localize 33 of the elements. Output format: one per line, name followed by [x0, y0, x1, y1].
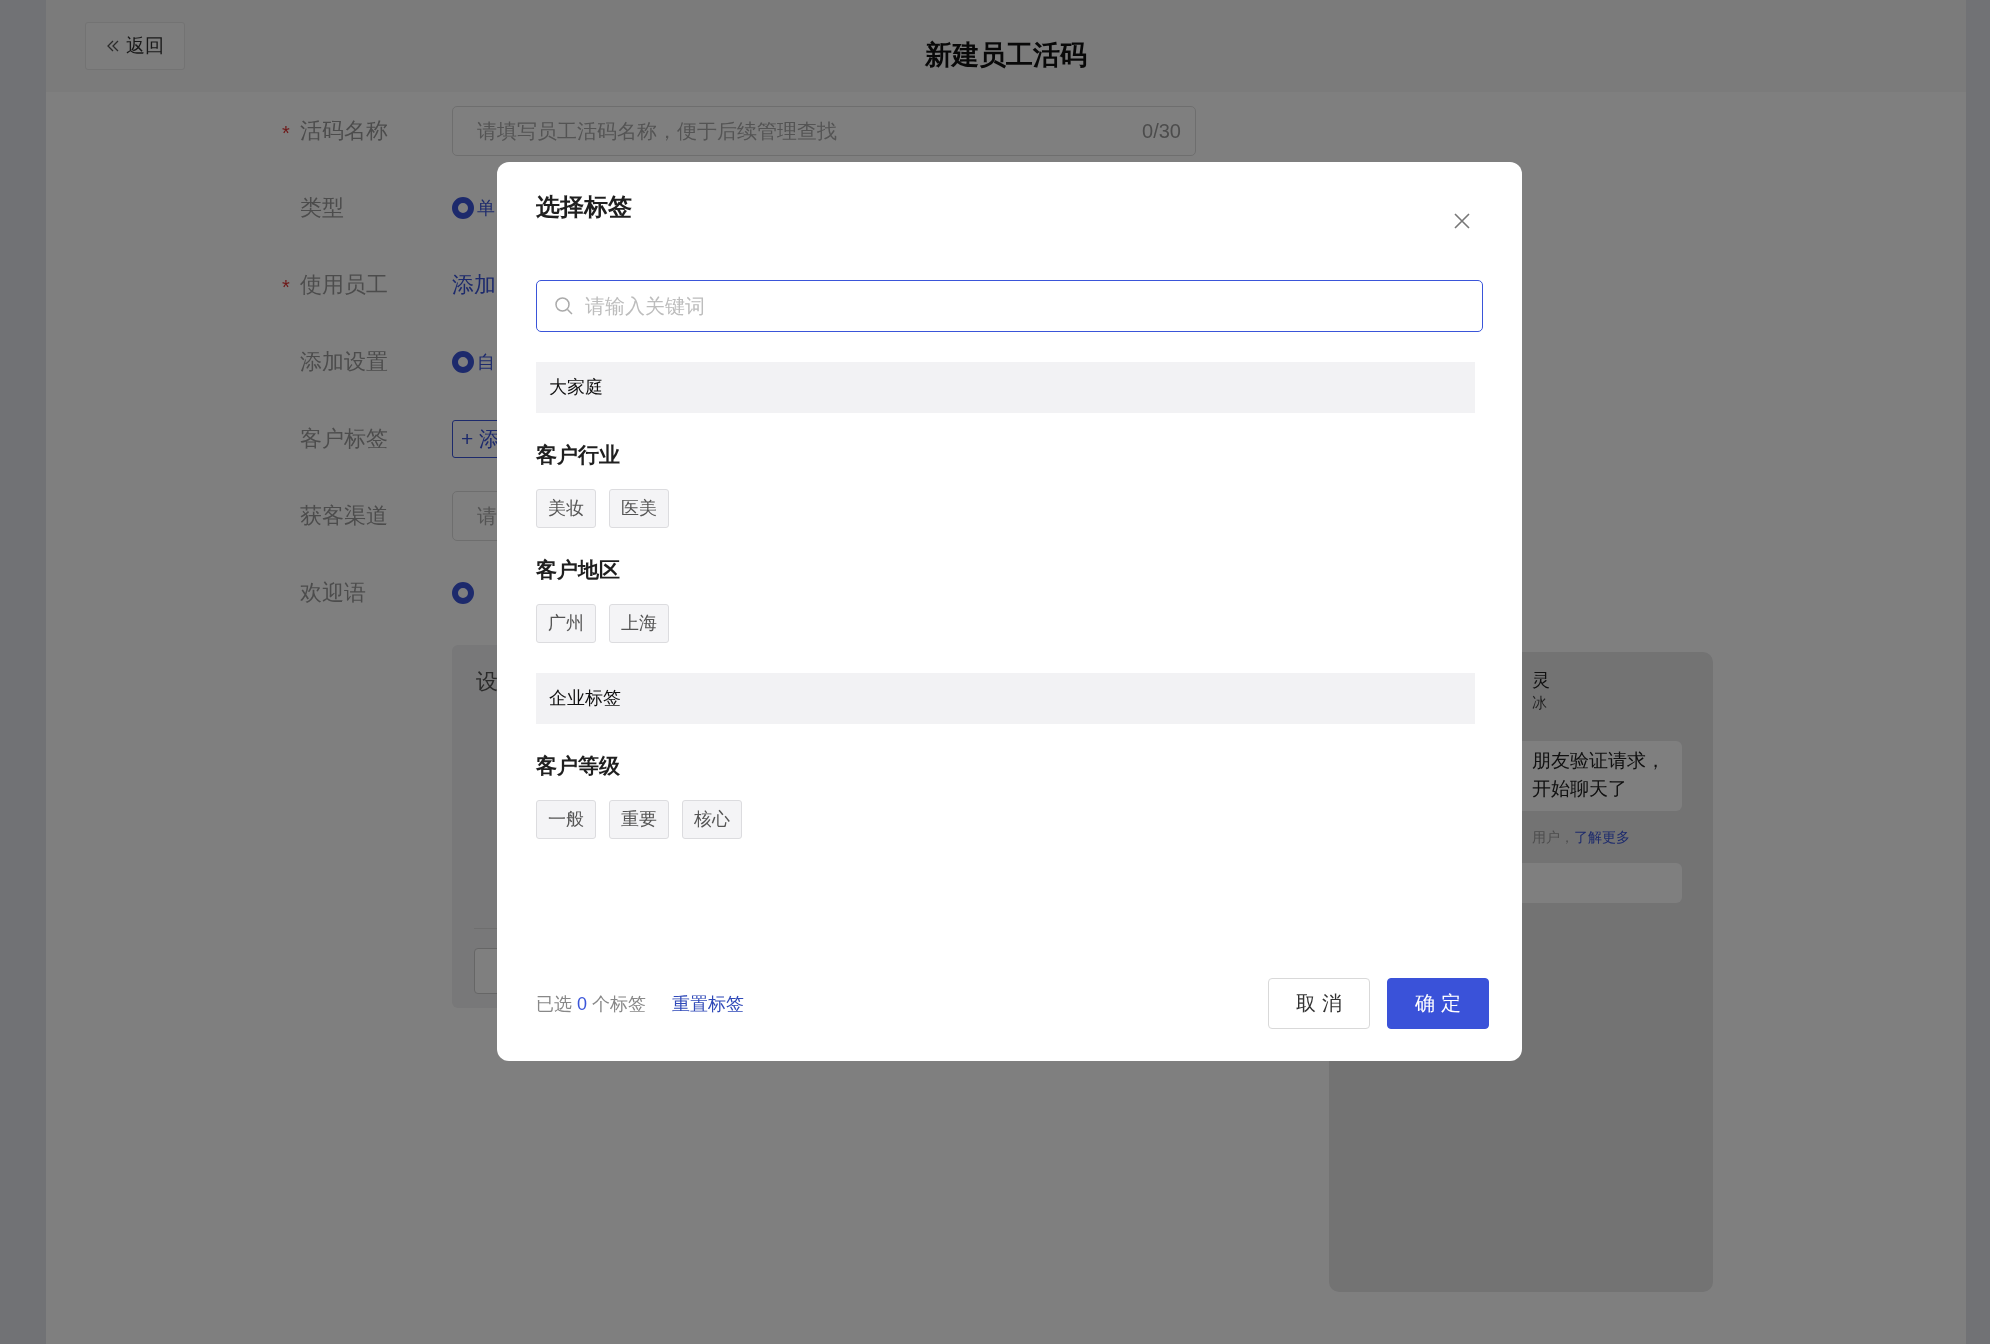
required-mark: *	[282, 121, 290, 144]
tag-chip[interactable]: 上海	[609, 604, 669, 643]
radio-button[interactable]	[452, 582, 474, 604]
reset-tags-link[interactable]: 重置标签	[672, 991, 745, 1016]
panel-text: 设	[476, 669, 498, 694]
tag-chip[interactable]: 重要	[609, 800, 669, 839]
group-header: 企业标签	[536, 673, 1475, 724]
radio-button[interactable]	[452, 351, 474, 373]
tag-chip[interactable]: 核心	[682, 800, 742, 839]
cancel-button[interactable]: 取 消	[1268, 978, 1370, 1029]
category-title: 客户地区	[536, 557, 621, 583]
radio-label: 自	[477, 351, 495, 374]
confirm-button[interactable]: 确 定	[1387, 978, 1489, 1029]
group-header: 大家庭	[536, 362, 1475, 413]
tag-chip[interactable]: 广州	[536, 604, 596, 643]
page-title: 新建员工活码	[925, 40, 1087, 70]
radio-button[interactable]	[452, 197, 474, 219]
tag-chip[interactable]: 医美	[609, 489, 669, 528]
close-icon[interactable]	[1453, 212, 1471, 230]
category-title: 客户行业	[536, 442, 621, 468]
back-button[interactable]: 返回	[85, 22, 185, 70]
search-field[interactable]: 请输入关键词	[536, 280, 1483, 332]
radio-label: 单	[477, 197, 495, 220]
category-title: 客户等级	[536, 753, 621, 779]
tag-chip[interactable]: 一般	[536, 800, 596, 839]
required-mark: *	[282, 275, 290, 298]
search-icon	[554, 296, 574, 316]
double-chevron-icon	[106, 39, 120, 53]
contact-subtitle: 冰	[1532, 693, 1548, 713]
contact-name: 灵	[1532, 669, 1551, 692]
selection-summary: 已选 0 个标签	[536, 992, 647, 1016]
dialog-title: 选择标签	[536, 192, 632, 222]
tag-chip[interactable]: 美妆	[536, 489, 596, 528]
